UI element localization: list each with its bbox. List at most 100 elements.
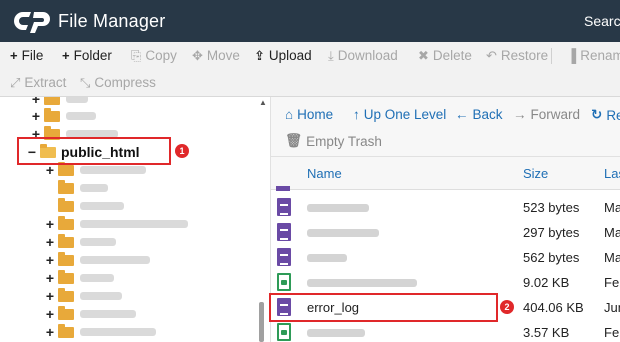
redacted-folder-name [80,220,188,228]
move-icon: ✥ [192,48,203,63]
new-file-button[interactable]: + File [10,48,43,63]
move-label: Move [206,48,240,63]
tree-item[interactable] [44,197,124,214]
last-modified-column-header[interactable]: Las [604,166,620,181]
copy-label: Copy [145,48,177,63]
expand-icon[interactable]: + [44,307,56,321]
expand-icon[interactable]: + [44,235,56,249]
cpanel-logo-icon[interactable] [14,9,52,33]
file-date: Ma [604,250,620,265]
redacted-folder-name [80,292,122,300]
tree-item[interactable]: + [44,287,122,304]
tree-item[interactable]: + [44,269,114,286]
folder-icon [58,269,74,284]
table-row[interactable]: 562 bytes Ma [271,245,620,270]
upload-button[interactable]: ⇪ Upload [254,48,312,63]
table-row[interactable]: 523 bytes Ma [271,195,620,220]
back-arrow-icon: ← [455,107,469,122]
forward-button[interactable]: → Forward [513,107,580,122]
restore-button[interactable]: ↶ Restore [486,48,548,63]
rename-button[interactable]: ▐ Rename [567,48,620,63]
search-label[interactable]: Search [584,13,620,29]
tree-item[interactable] [44,179,108,196]
top-header: File Manager Search [0,0,620,42]
forward-label: Forward [530,107,581,122]
reload-label: Rel [606,107,620,123]
copy-button[interactable]: ⎘ Copy [131,48,177,63]
expand-icon[interactable]: + [44,163,56,177]
expand-icon[interactable]: + [44,253,56,267]
tree-item[interactable]: + [44,323,156,340]
expand-icon[interactable]: + [44,325,56,339]
tree-item[interactable]: + [30,97,88,107]
download-button[interactable]: ⤓ Download [328,48,398,63]
redacted-folder-name [66,112,96,120]
trash-icon: 🗑 [285,133,303,148]
home-button[interactable]: ⌂ Home [285,107,333,122]
expand-icon[interactable]: + [44,289,56,303]
redacted-folder-name [66,97,88,103]
table-row[interactable]: 3.57 KB Feb [271,320,620,342]
redacted-folder-name [80,202,124,210]
reload-icon: ↻ [591,107,603,122]
scroll-up-arrow-icon[interactable]: ▲ [259,98,267,107]
plus-icon: + [62,48,70,63]
folder-icon [58,287,74,302]
text-file-icon [277,223,291,241]
redacted-folder-name [80,184,108,192]
restore-label: Restore [500,48,549,63]
text-file-icon [277,248,291,266]
extract-label: Extract [24,75,67,90]
expand-icon[interactable]: + [30,109,42,123]
extract-button[interactable]: ⤢ Extract [10,75,66,90]
up-one-level-button[interactable]: ↑ Up One Level [353,107,446,122]
redacted-folder-name [80,328,156,336]
delete-button[interactable]: ✖ Delete [418,48,472,63]
redacted-file-name [307,254,347,262]
file-date: Jun [604,300,620,315]
up-arrow-icon: ↑ [353,107,360,122]
folder-icon [58,197,74,212]
move-button[interactable]: ✥ Move [192,48,240,63]
text-file-icon [277,198,291,216]
tree-item[interactable]: + [44,215,188,232]
tree-item[interactable]: + [30,107,96,124]
table-row[interactable]: 9.02 KB Feb [271,270,620,295]
back-button[interactable]: ← Back [455,107,503,122]
name-column-header[interactable]: Name [307,166,342,181]
copy-icon: ⎘ [131,48,142,63]
empty-trash-button[interactable]: 🗑 Empty Trash [285,133,382,149]
rename-label: Rename [580,48,620,63]
file-size: 404.06 KB [523,300,584,315]
rename-icon: ▐ [567,48,577,63]
toolbar-divider [551,48,552,64]
redacted-folder-name [80,256,150,264]
highlight-public-html [17,137,171,165]
reload-button[interactable]: ↻ Rel [591,107,620,123]
tree-item[interactable]: + [44,305,136,322]
expand-icon[interactable]: + [30,97,42,106]
redacted-folder-name [80,166,146,174]
new-folder-label: Folder [73,48,112,63]
compress-label: Compress [94,75,156,90]
file-date: Ma [604,200,620,215]
new-file-label: File [21,48,44,63]
up-one-level-label: Up One Level [363,107,447,122]
file-size: 562 bytes [523,250,580,265]
app-title: File Manager [58,11,166,31]
folder-icon [58,305,74,320]
expand-icon[interactable]: + [44,217,56,231]
compress-button[interactable]: ⤡ Compress [80,75,156,90]
redacted-folder-name [80,274,114,282]
redacted-folder-name [80,310,136,318]
tree-item[interactable]: + [44,233,116,250]
tree-item[interactable]: + [44,251,150,268]
table-row[interactable]: 297 bytes Ma [271,220,620,245]
new-folder-button[interactable]: + Folder [62,48,112,63]
folder-icon [58,161,74,176]
directory-tree: + + + − public_html + + + + + + + + [0,97,262,342]
size-column-header[interactable]: Size [523,166,548,181]
tree-scrollbar-thumb[interactable] [259,302,264,342]
expand-icon[interactable]: + [44,271,56,285]
file-size: 523 bytes [523,200,580,215]
